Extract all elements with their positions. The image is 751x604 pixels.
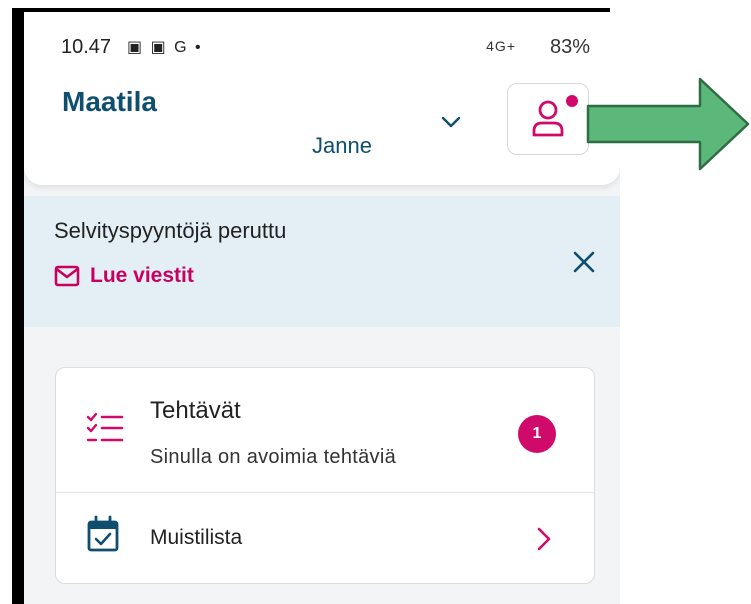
checklist-icon — [86, 412, 124, 442]
page-title: Maatila — [62, 86, 157, 117]
user-icon — [532, 100, 564, 137]
battery-level: 83% — [549, 36, 590, 58]
calendar-check-icon — [87, 515, 119, 552]
signal-icon: 4G+ — [486, 38, 516, 54]
profile-button[interactable] — [507, 83, 589, 155]
header-card: 10.47 ▣ ▣ G • 4G+ 83% Maatila Janne — [24, 12, 620, 185]
chevron-down-icon[interactable] — [439, 110, 463, 134]
banner-title: Selvityspyyntöjä peruttu — [54, 218, 287, 243]
arrow-right-icon — [586, 77, 750, 171]
tasks-row[interactable]: Tehtävät Sinulla on avoimia tehtäviä 1 — [56, 368, 594, 493]
memo-label: Muistilista — [150, 526, 243, 549]
app-screen: 10.47 ▣ ▣ G • 4G+ 83% Maatila Janne Selv… — [20, 12, 620, 604]
read-messages-label: Lue viestit — [90, 264, 194, 287]
tasks-subtitle: Sinulla on avoimia tehtäviä — [150, 446, 397, 468]
read-messages-link[interactable]: Lue viestit — [54, 264, 194, 288]
status-notification-icons: ▣ ▣ G • — [127, 39, 203, 56]
memo-row[interactable]: Muistilista — [56, 493, 594, 583]
mail-icon — [54, 265, 80, 287]
close-icon[interactable] — [572, 250, 596, 274]
chevron-right-icon — [537, 527, 551, 551]
info-banner — [24, 196, 620, 327]
tasks-count-badge: 1 — [518, 415, 556, 453]
notification-dot — [566, 95, 578, 107]
tasks-card: Tehtävät Sinulla on avoimia tehtäviä 1 M… — [55, 367, 595, 584]
tasks-title: Tehtävät — [150, 397, 241, 424]
status-time: 10.47 — [61, 36, 112, 58]
farm-selector-user[interactable]: Janne — [312, 133, 372, 159]
